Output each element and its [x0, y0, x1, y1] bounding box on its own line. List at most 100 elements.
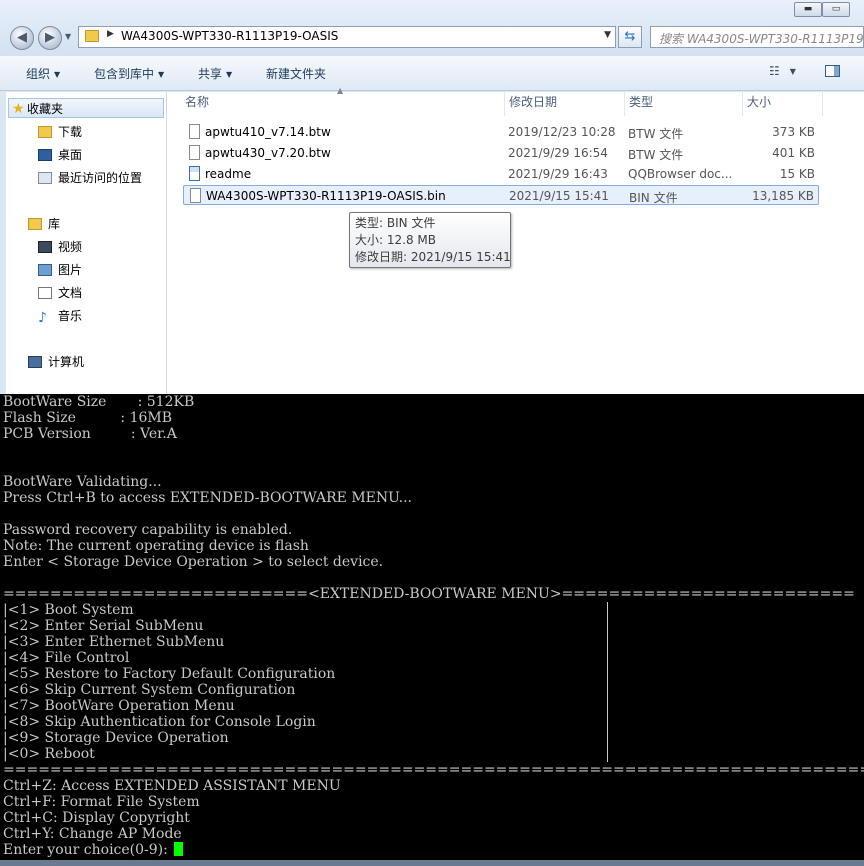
column-header-date[interactable]: 修改日期 [505, 92, 625, 116]
nav-item-recent[interactable]: 最近访问的位置 [38, 168, 142, 188]
nav-item-favorites[interactable]: ★ 收藏夹 [8, 98, 164, 118]
nav-desktop-label: 桌面 [58, 148, 83, 162]
tooltip-size: 大小: 12.8 MB [355, 233, 436, 247]
nav-item-computer[interactable]: 计算机 [28, 352, 84, 372]
column-header-size[interactable]: 大小 [743, 92, 823, 116]
nav-favorites-label: 收藏夹 [27, 102, 64, 116]
window-controls: ▬ ▭ [792, 0, 864, 18]
back-button[interactable]: ◀ [10, 26, 34, 50]
file-row[interactable]: readme 2021/9/29 16:43 QQBrowser doc... … [183, 164, 819, 184]
file-type: BTW 文件 [628, 127, 684, 141]
nav-item-downloads[interactable]: 下载 [38, 122, 82, 142]
terminal-line: Ctrl+Z: Access EXTENDED ASSISTANT MENU [3, 778, 341, 794]
file-name: readme [205, 167, 252, 181]
breadcrumb-chevron-icon[interactable]: ▶ [107, 29, 114, 39]
file-size: 15 KB [779, 167, 815, 181]
nav-item-videos[interactable]: 视频 [38, 237, 82, 257]
recent-pages-dropdown-icon[interactable]: ▼ [65, 32, 71, 41]
file-size: 13,185 KB [752, 189, 814, 203]
file-name: WA4300S-WPT330-R1113P19-OASIS.bin [206, 189, 446, 203]
search-placeholder[interactable]: 搜索 WA4300S-WPT330-R1113P19-OASIS [659, 30, 864, 47]
nav-documents-label: 文档 [58, 286, 83, 300]
tooltip-modified: 修改日期: 2021/9/15 15:41 [355, 250, 511, 264]
forward-button[interactable]: ▶ [38, 26, 62, 50]
file-date: 2019/12/23 10:28 [508, 125, 616, 139]
file-icon [189, 124, 200, 139]
terminal-line: ==========================<EXTENDED-BOOT… [3, 586, 855, 602]
nav-libraries-label: 库 [48, 217, 61, 231]
chevron-down-icon: ▼ [789, 67, 796, 76]
console-terminal[interactable]: BootWare Size : 512KB Flash Size : 16MB PC… [0, 394, 864, 866]
chevron-down-icon: ▼ [54, 70, 61, 79]
music-note-icon: ♪ [38, 310, 47, 326]
nav-recent-label: 最近访问的位置 [58, 171, 143, 185]
nav-item-pictures[interactable]: 图片 [38, 260, 82, 280]
address-dropdown-icon[interactable]: ▼ [604, 30, 611, 40]
include-in-library-label: 包含到库中 [94, 67, 155, 81]
nav-item-desktop[interactable]: 桌面 [38, 145, 82, 165]
nav-item-libraries[interactable]: 库 [28, 214, 60, 234]
file-tooltip: 类型: BIN 文件 大小: 12.8 MB 修改日期: 2021/9/15 1… [349, 212, 511, 268]
desktop-icon [38, 149, 52, 161]
terminal-line: Ctrl+C: Display Copyright [3, 810, 190, 826]
address-path[interactable]: WA4300S-WPT330-R1113P19-OASIS [121, 29, 338, 43]
nav-music-label: 音乐 [58, 309, 83, 323]
refresh-button[interactable]: ⇆ [618, 26, 642, 48]
include-in-library-button[interactable]: 包含到库中 ▼ [94, 65, 164, 82]
chevron-down-icon: ▼ [158, 70, 165, 79]
terminal-line: |<5> Restore to Factory Default Configur… [3, 666, 336, 682]
terminal-line: |<4> File Control [3, 650, 130, 666]
nav-item-documents[interactable]: 文档 [38, 283, 82, 303]
terminal-line: |<7> BootWare Operation Menu [3, 698, 235, 714]
folder-icon [85, 30, 99, 42]
library-icon [28, 218, 42, 230]
file-row-selected[interactable]: WA4300S-WPT330-R1113P19-OASIS.bin 2021/9… [183, 185, 819, 205]
terminal-line: |<1> Boot System [3, 602, 134, 618]
file-row[interactable]: apwtu430_v7.20.btw 2021/9/29 16:54 BTW 文… [183, 143, 819, 163]
minimize-button[interactable]: ▬ [794, 2, 822, 17]
picture-icon [38, 264, 52, 276]
document-icon [38, 287, 52, 299]
column-header-type[interactable]: 类型 [625, 92, 743, 116]
address-field[interactable]: ▶ WA4300S-WPT330-R1113P19-OASIS ▼ [78, 26, 616, 48]
file-icon [189, 145, 200, 160]
terminal-line: Ctrl+Y: Change AP Mode [3, 826, 182, 842]
navigation-pane: ★ 收藏夹 下载 桌面 最近访问的位置 库 视频 图片 文档 ♪ 音乐 计算机 [6, 92, 167, 400]
share-label: 共享 [198, 67, 223, 81]
terminal-line: |<9> Storage Device Operation [3, 730, 229, 746]
file-type: BIN 文件 [629, 191, 678, 205]
star-icon: ★ [12, 101, 25, 117]
computer-icon [28, 356, 42, 368]
terminal-line: Enter your choice(0-9): [3, 842, 184, 858]
nav-computer-label: 计算机 [48, 355, 85, 369]
column-header-name[interactable]: 名称 [181, 92, 505, 116]
organize-button[interactable]: 组织 ▼ [26, 65, 60, 82]
file-name: apwtu430_v7.20.btw [205, 146, 331, 160]
search-input[interactable]: 搜索 WA4300S-WPT330-R1113P19-OASIS [650, 26, 864, 48]
file-date: 2021/9/15 15:41 [509, 189, 609, 203]
terminal-line: |<0> Reboot [3, 746, 95, 762]
terminal-line: PCB Version : Ver.A [3, 426, 177, 442]
share-button[interactable]: 共享 ▼ [198, 65, 232, 82]
terminal-line: |<8> Skip Authentication for Console Log… [3, 714, 316, 730]
terminal-line: |<3> Enter Ethernet SubMenu [3, 634, 225, 650]
explorer-window: ▬ ▭ ◀ ▶ ▼ ▶ WA4300S-WPT330-R1113P19-OASI… [0, 0, 864, 400]
file-name: apwtu410_v7.14.btw [205, 125, 331, 139]
new-folder-button[interactable]: 新建文件夹 [266, 65, 326, 82]
nav-item-music[interactable]: ♪ 音乐 [38, 306, 82, 326]
view-options-button[interactable]: ☷ ▼ [769, 64, 796, 78]
terminal-line: BootWare Validating... [3, 474, 162, 490]
menu-right-border [607, 602, 608, 762]
file-date: 2021/9/29 16:43 [508, 167, 608, 181]
nav-pictures-label: 图片 [58, 263, 83, 277]
browser-document-icon [189, 166, 200, 181]
terminal-line: Password recovery capability is enabled. [3, 522, 293, 538]
nav-videos-label: 视频 [58, 240, 83, 254]
file-row[interactable]: apwtu410_v7.14.btw 2019/12/23 10:28 BTW … [183, 122, 819, 142]
tooltip-type: 类型: BIN 文件 [355, 216, 436, 230]
terminal-line: |<2> Enter Serial SubMenu [3, 618, 204, 634]
nav-downloads-label: 下载 [58, 125, 83, 139]
preview-pane-icon[interactable] [825, 65, 840, 77]
view-icon: ☷ [769, 64, 780, 78]
maximize-button[interactable]: ▭ [822, 2, 850, 17]
